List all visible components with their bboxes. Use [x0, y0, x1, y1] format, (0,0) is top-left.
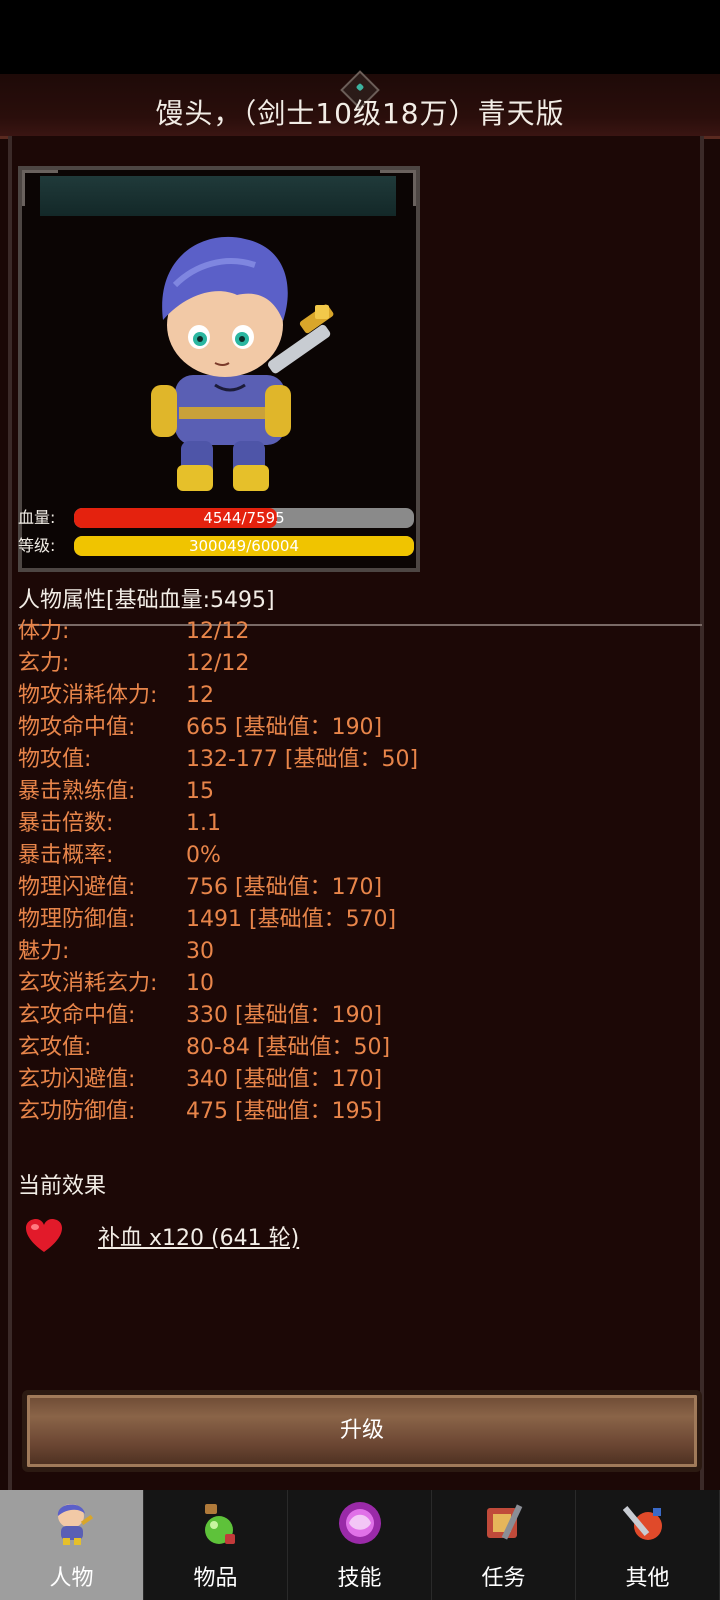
- attribute-value: 1491 [基础值：570]: [186, 907, 397, 932]
- attribute-name: 物理闪避值:: [18, 875, 136, 900]
- effect-text[interactable]: 补血 x120 (641 轮): [98, 1220, 299, 1252]
- nav-label: 人物: [49, 1566, 94, 1591]
- attribute-name: 暴击熟练值:: [18, 779, 136, 804]
- attribute-value: 0%: [186, 843, 221, 868]
- nav-label: 任务: [481, 1566, 526, 1591]
- other-icon: [623, 1506, 662, 1540]
- attribute-value: 15: [186, 779, 214, 804]
- attribute-value: 80-84 [基础值：50]: [186, 1035, 391, 1060]
- attribute-name: 暴击倍数:: [18, 811, 114, 836]
- attribute-name: 体力:: [18, 619, 70, 644]
- attribute-row: 玄攻消耗玄力: 10: [18, 968, 698, 1000]
- attribute-name: 物攻消耗体力:: [18, 683, 158, 708]
- nav-tab-character[interactable]: 人物: [0, 1490, 144, 1600]
- hp-label: 血量:: [18, 508, 56, 527]
- attribute-value: 665 [基础值：190]: [186, 715, 383, 740]
- attribute-name: 玄攻值:: [18, 1035, 92, 1060]
- attribute-name: 物理防御值:: [18, 907, 136, 932]
- nav-label: 技能: [337, 1566, 382, 1591]
- attribute-value: 12/12: [186, 619, 250, 644]
- hp-bar-row: 血量: 4544/7595: [18, 506, 418, 530]
- attribute-row: 玄功防御值: 475 [基础值：195]: [18, 1096, 698, 1128]
- level-label: 等级:: [18, 536, 56, 555]
- attribute-row: 玄攻命中值: 330 [基础值：190]: [18, 1000, 698, 1032]
- attribute-name: 玄功闪避值:: [18, 1067, 136, 1092]
- hp-value: 4544/7595: [203, 509, 285, 527]
- attribute-value: 756 [基础值：170]: [186, 875, 383, 900]
- status-bar: [0, 0, 720, 74]
- bottom-nav: 人物 物品 技能 任务 其他: [0, 1490, 720, 1600]
- attribute-value: 340 [基础值：170]: [186, 1067, 383, 1092]
- nav-tab-items[interactable]: 物品: [144, 1490, 288, 1600]
- attribute-value: 132-177 [基础值：50]: [186, 747, 419, 772]
- upgrade-button[interactable]: 升级: [22, 1390, 702, 1472]
- nav-label: 其他: [625, 1566, 670, 1591]
- attribute-value: 10: [186, 971, 214, 996]
- attribute-value: 330 [基础值：190]: [186, 1003, 383, 1028]
- heart-icon: [26, 1219, 62, 1252]
- attribute-row: 玄攻值: 80-84 [基础值：50]: [18, 1032, 698, 1064]
- frame-corner-ornament: [380, 170, 416, 206]
- skill-orb-icon: [339, 1502, 381, 1544]
- attribute-value: 30: [186, 939, 214, 964]
- nav-label: 物品: [193, 1566, 238, 1591]
- character-icon: [57, 1504, 94, 1545]
- nav-tab-skills[interactable]: 技能: [288, 1490, 432, 1600]
- attribute-row: 体力: 12/12: [18, 616, 698, 648]
- attribute-name: 物攻值:: [18, 747, 92, 772]
- attribute-row: 玄力: 12/12: [18, 648, 698, 680]
- level-value: 300049/60004: [188, 537, 300, 555]
- attribute-value: 12: [186, 683, 214, 708]
- level-bar: 300049/60004: [74, 536, 414, 556]
- quest-icon: [487, 1504, 523, 1540]
- attribute-name: 魅力:: [18, 939, 70, 964]
- nav-tab-other[interactable]: 其他: [576, 1490, 720, 1600]
- nav-tab-quests[interactable]: 任务: [432, 1490, 576, 1600]
- attribute-value: 475 [基础值：195]: [186, 1099, 383, 1124]
- window-title: 馒头，（剑士10级18万）青天版: [155, 97, 565, 130]
- attribute-row: 玄功闪避值: 340 [基础值：170]: [18, 1064, 698, 1096]
- attribute-row: 物理防御值: 1491 [基础值：570]: [18, 904, 698, 936]
- attribute-row: 物攻命中值: 665 [基础值：190]: [18, 712, 698, 744]
- attribute-value: 12/12: [186, 651, 250, 676]
- attributes-title: 人物属性[基础血量:5495]: [18, 588, 275, 613]
- swordsman-avatar[interactable]: [145, 225, 350, 505]
- frame-corner-ornament: [22, 170, 58, 206]
- attribute-row: 物攻消耗体力: 12: [18, 680, 698, 712]
- attribute-row: 暴击熟练值: 15: [18, 776, 698, 808]
- attribute-name: 暴击概率:: [18, 843, 114, 868]
- attribute-row: 暴击倍数: 1.1: [18, 808, 698, 840]
- attribute-value: 1.1: [186, 811, 221, 836]
- portrait-header-plate: [40, 176, 396, 216]
- attribute-name: 玄攻命中值:: [18, 1003, 136, 1028]
- attribute-row: 物攻值: 132-177 [基础值：50]: [18, 744, 698, 776]
- potion-icon: [205, 1504, 235, 1544]
- hp-bar: 4544/7595: [74, 508, 414, 528]
- current-effects-title: 当前效果: [18, 1174, 107, 1199]
- attribute-name: 玄攻消耗玄力:: [18, 971, 158, 996]
- level-bar-row: 等级: 300049/60004: [18, 534, 418, 558]
- attribute-row: 物理闪避值: 756 [基础值：170]: [18, 872, 698, 904]
- attribute-row: 暴击概率: 0%: [18, 840, 698, 872]
- attribute-row: 魅力: 30: [18, 936, 698, 968]
- upgrade-button-label: 升级: [339, 1418, 384, 1443]
- attribute-name: 玄功防御值:: [18, 1099, 136, 1124]
- attribute-name: 玄力:: [18, 651, 70, 676]
- attribute-name: 物攻命中值:: [18, 715, 136, 740]
